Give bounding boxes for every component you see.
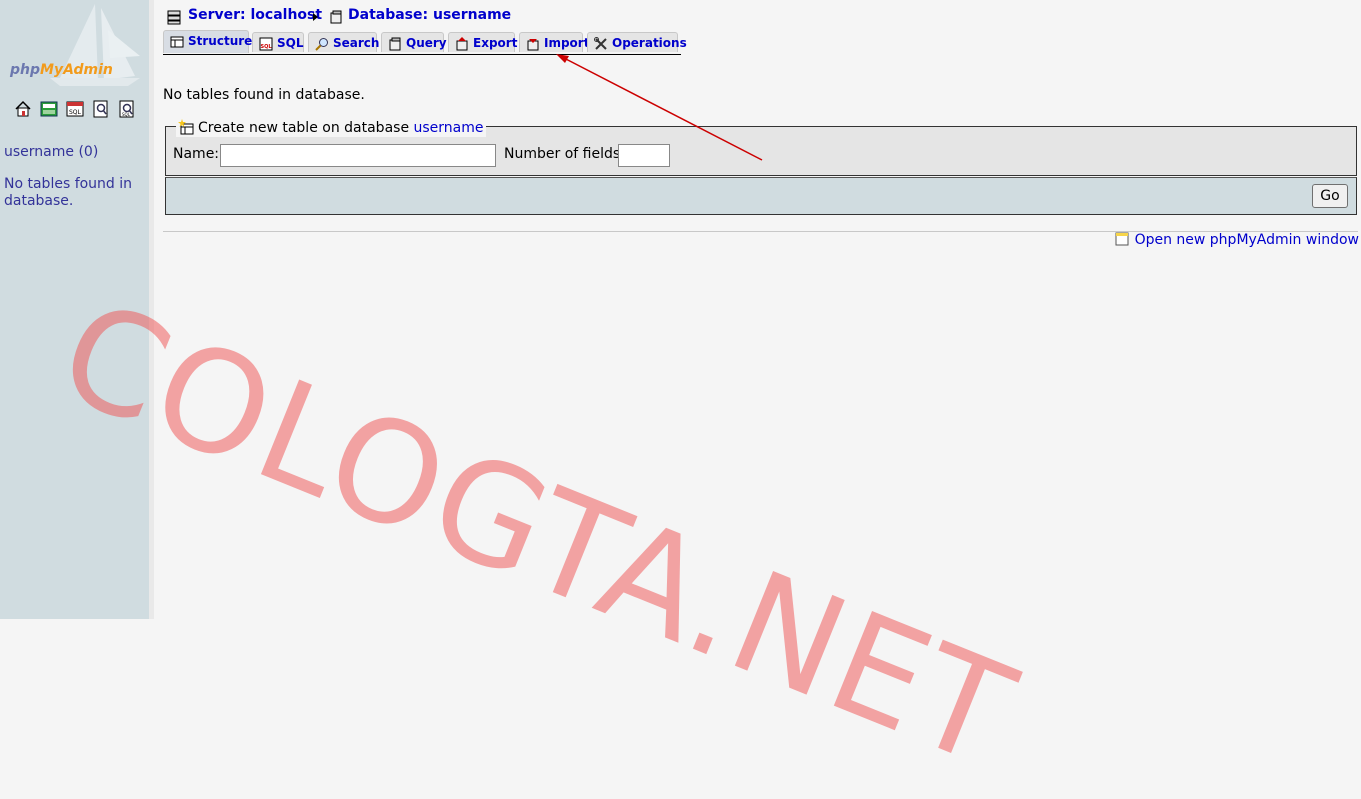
phpmyadmin-logo[interactable]: phpMyAdmin [0,0,149,90]
tab-operations[interactable]: Operations [587,32,687,52]
sql-documentation-icon[interactable]: SQL [118,100,136,118]
new-table-icon [178,119,194,135]
number-of-fields-input[interactable] [618,144,670,167]
open-new-window-link[interactable]: Open new phpMyAdmin window [1115,232,1359,250]
create-table-legend-text: Create new table on database [198,120,410,136]
annotation-arrowhead-icon [556,54,569,63]
sql-query-icon[interactable]: SQL [66,100,84,118]
go-button[interactable]: Go [1312,184,1348,208]
tab-structure[interactable]: Structure [163,30,252,53]
tab-sql[interactable]: SQL SQL [252,32,304,52]
structure-icon [170,36,184,48]
svg-text:SQL: SQL [261,44,273,50]
svg-text:SQL: SQL [69,109,82,116]
new-window-icon [1115,232,1129,246]
open-new-window-text: Open new phpMyAdmin window [1134,232,1359,248]
breadcrumb-database-link[interactable]: Database: username [348,7,511,23]
table-name-label: Name: [173,146,220,162]
home-icon[interactable] [14,100,32,118]
tab-search[interactable]: Search [308,32,379,52]
exit-icon[interactable] [40,100,58,118]
number-of-fields-label: Number of fields: [504,146,625,162]
create-table-legend: Create new table on database username [176,119,486,137]
logo-text: phpMyAdmin [10,62,113,78]
table-name-input[interactable] [220,144,496,167]
navigation-frame: phpMyAdmin SQL SQL username (0) No table… [0,0,149,619]
breadcrumb-server-link[interactable]: Server: localhost [188,7,322,23]
svg-text:SQL: SQL [122,112,131,117]
watermark: COLOGTA.NET [38,270,1035,799]
search-icon [315,38,328,51]
server-icon [167,10,181,25]
frame-divider[interactable] [149,0,154,619]
import-icon [527,39,539,51]
sidebar-no-tables-notice: No tables found in database. [4,176,133,209]
operations-icon [594,37,607,50]
sidebar-database-link[interactable]: username (0) [4,144,98,160]
tab-import[interactable]: Import [519,32,589,52]
query-icon [389,37,401,51]
create-table-database-link[interactable]: username [414,120,484,136]
export-icon [456,37,468,51]
no-tables-notice: No tables found in database. [163,87,365,103]
tab-export[interactable]: Export [448,32,517,52]
form-action-bar [165,177,1357,215]
tab-bar: Structure SQL SQL Search Query Export Im… [163,30,687,55]
breadcrumb-separator-icon [313,13,318,21]
sql-icon: SQL [259,37,273,51]
database-icon [330,10,342,24]
documentation-icon[interactable] [92,100,110,118]
tab-query[interactable]: Query [381,32,447,52]
